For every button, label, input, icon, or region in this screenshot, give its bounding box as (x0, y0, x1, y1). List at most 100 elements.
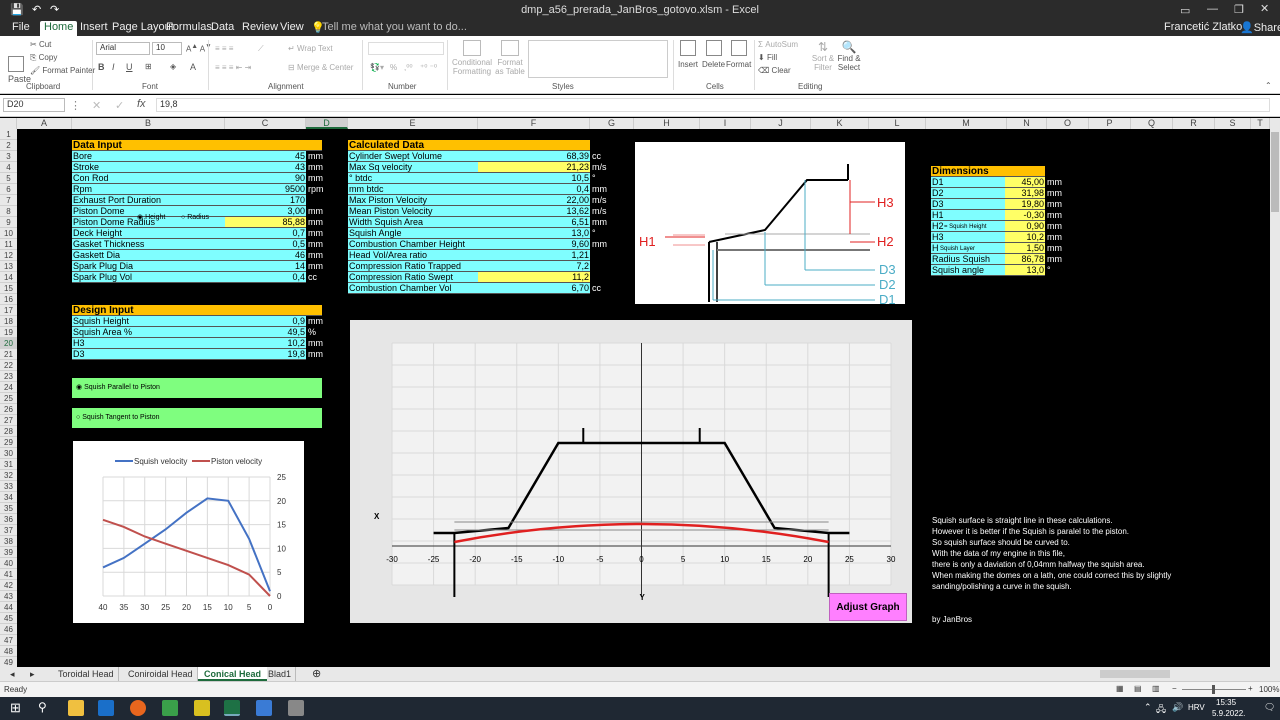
orientation-icon[interactable]: ⟋ (258, 44, 264, 54)
row-header[interactable]: 1 (0, 129, 17, 140)
row-header[interactable]: 27 (0, 415, 17, 426)
prev-sheet-icon[interactable]: ◂ (10, 667, 15, 681)
font-name-select[interactable]: Arial (96, 42, 150, 55)
data-input-value[interactable]: 9500 (225, 184, 306, 195)
data-input-value[interactable]: 14 (225, 261, 306, 272)
row-header[interactable]: 17 (0, 305, 17, 316)
insert-function-icon[interactable]: fx (137, 98, 146, 110)
row-header[interactable]: 9 (0, 217, 17, 228)
decimal-icon[interactable]: ⁺⁰ ⁻⁰ (420, 63, 437, 72)
calculated-value[interactable]: 10,5 (478, 173, 590, 184)
font-size-select[interactable]: 10 (152, 42, 182, 55)
percent-icon[interactable]: % (390, 63, 397, 72)
zoom-in-icon[interactable]: + (1248, 684, 1253, 693)
column-header[interactable]: R (1173, 118, 1215, 129)
column-header[interactable]: I (700, 118, 751, 129)
merge-center-button[interactable]: ⊟ Merge & Center (288, 63, 353, 72)
row-header[interactable]: 19 (0, 327, 17, 338)
row-header[interactable]: 32 (0, 470, 17, 481)
calculated-value[interactable]: 13,0 (478, 228, 590, 239)
row-header[interactable]: 21 (0, 349, 17, 360)
wrap-text-button[interactable]: ↵ Wrap Text (288, 44, 333, 53)
scroll-thumb[interactable] (1271, 132, 1279, 212)
row-header[interactable]: 44 (0, 602, 17, 613)
dimension-value[interactable]: 31,98 (1005, 188, 1045, 199)
data-input-value[interactable]: 0,7 (225, 228, 306, 239)
row-header[interactable]: 5 (0, 173, 17, 184)
column-header[interactable]: H (634, 118, 700, 129)
dimension-value[interactable]: 45,00 (1005, 177, 1045, 188)
column-header[interactable]: A (17, 118, 72, 129)
row-header[interactable]: 40 (0, 558, 17, 569)
row-header[interactable]: 13 (0, 261, 17, 272)
piston-dome-radius-radio[interactable]: ○ Radius (181, 212, 209, 223)
row-header[interactable]: 31 (0, 459, 17, 470)
data-input-value[interactable]: 45 (225, 151, 306, 162)
row-header[interactable]: 16 (0, 294, 17, 305)
column-header[interactable]: J (751, 118, 811, 129)
row-header[interactable]: 41 (0, 569, 17, 580)
format-painter-button[interactable]: 🖌 Format Painter (30, 66, 95, 75)
sheet-tab-blad1[interactable]: Blad1 (264, 667, 297, 681)
row-header[interactable]: 26 (0, 404, 17, 415)
ribbon-display-icon[interactable]: ▭ (1180, 4, 1190, 17)
squish-tangent-option[interactable]: ○ Squish Tangent to Piston (72, 408, 322, 428)
search-icon[interactable]: ⚲ (38, 700, 47, 714)
copy-button[interactable]: ⎘ Copy (30, 53, 57, 63)
chamber-diagram[interactable]: H3 H2 H1 D3 D2 D1 (635, 142, 905, 307)
row-header[interactable]: 39 (0, 547, 17, 558)
tab-data[interactable]: Data (211, 21, 234, 36)
data-input-value[interactable]: 3,00 (225, 206, 306, 217)
row-header[interactable]: 22 (0, 360, 17, 371)
outlook-icon[interactable] (98, 700, 114, 716)
dimension-value[interactable]: 1,50 (1005, 243, 1045, 254)
column-header[interactable]: E (348, 118, 478, 129)
comma-icon[interactable]: ,⁰⁰ (404, 63, 413, 72)
sheet-tab-conical[interactable]: Conical Head (198, 667, 268, 681)
row-header[interactable]: 42 (0, 580, 17, 591)
column-header[interactable]: Q (1131, 118, 1173, 129)
sort-filter-button[interactable]: ⇅ Sort & Filter (810, 40, 836, 72)
file-explorer-icon[interactable] (68, 700, 84, 716)
row-header[interactable]: 24 (0, 382, 17, 393)
row-header[interactable]: 12 (0, 250, 17, 261)
profile-chart[interactable]: -30 -25 -20 -15 -10 -5 0 5 10 15 20 25 30 X Y (350, 320, 912, 623)
row-header[interactable]: 33 (0, 481, 17, 492)
calculated-value[interactable]: 68,39 (478, 151, 590, 162)
share-button[interactable]: 👤Share (1240, 21, 1280, 36)
data-input-value[interactable]: 85,88 (225, 217, 306, 228)
tray-chevron-icon[interactable]: ⌃ (1144, 702, 1152, 713)
cancel-icon[interactable]: ✕ (92, 99, 101, 112)
row-header[interactable]: 2 (0, 140, 17, 151)
row-header[interactable]: 20 (0, 338, 17, 349)
squish-parallel-option[interactable]: ◉ Squish Parallel to Piston (72, 378, 322, 398)
row-header[interactable]: 15 (0, 283, 17, 294)
row-header[interactable]: 10 (0, 228, 17, 239)
column-header[interactable]: D (306, 118, 348, 129)
underline-icon[interactable]: U (126, 62, 133, 72)
dimension-value[interactable]: 19,80 (1005, 199, 1045, 210)
clear-button[interactable]: ⌫ Clear (758, 66, 791, 75)
name-box[interactable]: D20 (3, 98, 65, 112)
calculated-value[interactable]: 21,23 (478, 162, 590, 173)
collapse-ribbon-icon[interactable]: ⌃ (1265, 81, 1272, 90)
row-header[interactable]: 25 (0, 393, 17, 404)
design-input-value[interactable]: 0,9 (225, 316, 306, 327)
sheet-tab-toroidal[interactable]: Toroidal Head (54, 667, 119, 681)
page-break-view-icon[interactable]: ▥ (1152, 684, 1160, 693)
zoom-level[interactable]: 100% (1259, 685, 1279, 694)
horizontal-scrollbar[interactable] (1100, 670, 1170, 678)
app-yellow-icon[interactable] (194, 700, 210, 716)
adjust-graph-button[interactable]: Adjust Graph (829, 593, 907, 621)
dimension-value[interactable]: 86,78 (1005, 254, 1045, 265)
row-header[interactable]: 28 (0, 426, 17, 437)
find-select-button[interactable]: 🔍 Find & Select (836, 40, 862, 72)
data-input-value[interactable]: 0,4 (225, 272, 306, 283)
data-input-value[interactable]: 170 (225, 195, 306, 206)
design-input-value[interactable]: 19,8 (225, 349, 306, 360)
row-header[interactable]: 35 (0, 503, 17, 514)
zoom-out-icon[interactable]: − (1172, 684, 1177, 693)
firefox-icon[interactable] (130, 700, 146, 716)
calculated-value[interactable]: 1,21 (478, 250, 590, 261)
number-format-select[interactable] (368, 42, 444, 55)
